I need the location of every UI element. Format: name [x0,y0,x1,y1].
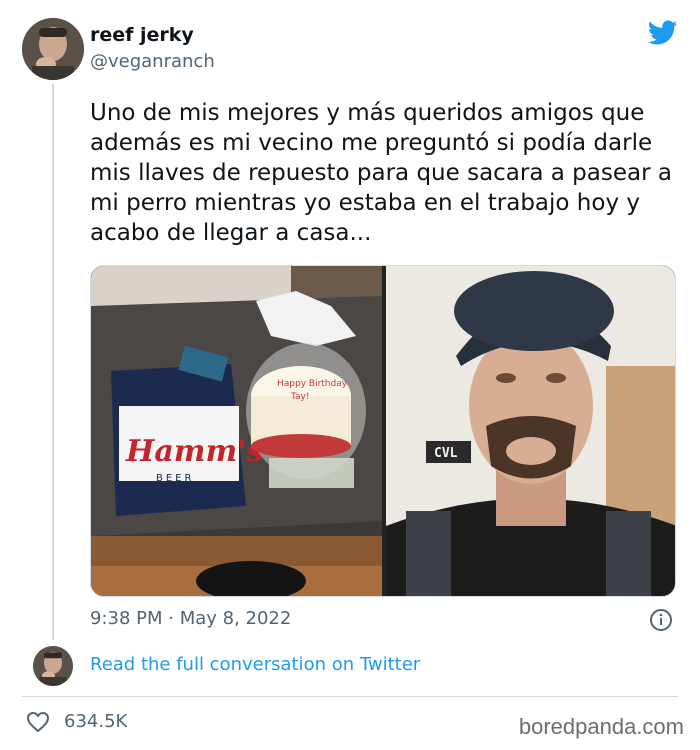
tweet-timestamp[interactable]: 9:38 PM · May 8, 2022 [90,608,291,629]
shirt-sub-text: BEER [156,473,194,484]
conversation-avatar[interactable] [33,646,73,686]
info-icon[interactable] [649,608,673,632]
tweet-media[interactable]: Hamm's BEER Happy Birthday Tay! CVL [90,265,676,597]
twitter-bird-icon[interactable] [648,20,678,46]
tweet-text: Uno de mis mejores y más queridos amigos… [90,100,672,246]
avatar-photo-small [33,646,73,686]
cake-text-line1: Happy Birthday [277,379,348,389]
crying-man-image: CVL [386,266,675,596]
heart-icon[interactable] [26,711,50,733]
like-count[interactable]: 634.5K [64,711,127,732]
avatar-photo [22,18,84,80]
sign-text: CVL [434,446,458,461]
cake-text-line2: Tay! [290,392,309,402]
shirt-brand-text: Hamm's [125,434,263,469]
author-name[interactable]: reef jerky [90,24,194,46]
cake-shirt-image: Hamm's BEER Happy Birthday Tay! [91,266,382,596]
thread-line [52,84,54,640]
photo-crying-man[interactable]: CVL [386,266,675,596]
read-conversation-link[interactable]: Read the full conversation on Twitter [90,654,420,675]
author-avatar[interactable] [22,18,84,80]
divider [22,696,678,697]
author-handle[interactable]: @veganranch [90,51,215,72]
photo-cake-shirt[interactable]: Hamm's BEER Happy Birthday Tay! [91,266,382,596]
watermark: boredpanda.com [518,714,684,739]
